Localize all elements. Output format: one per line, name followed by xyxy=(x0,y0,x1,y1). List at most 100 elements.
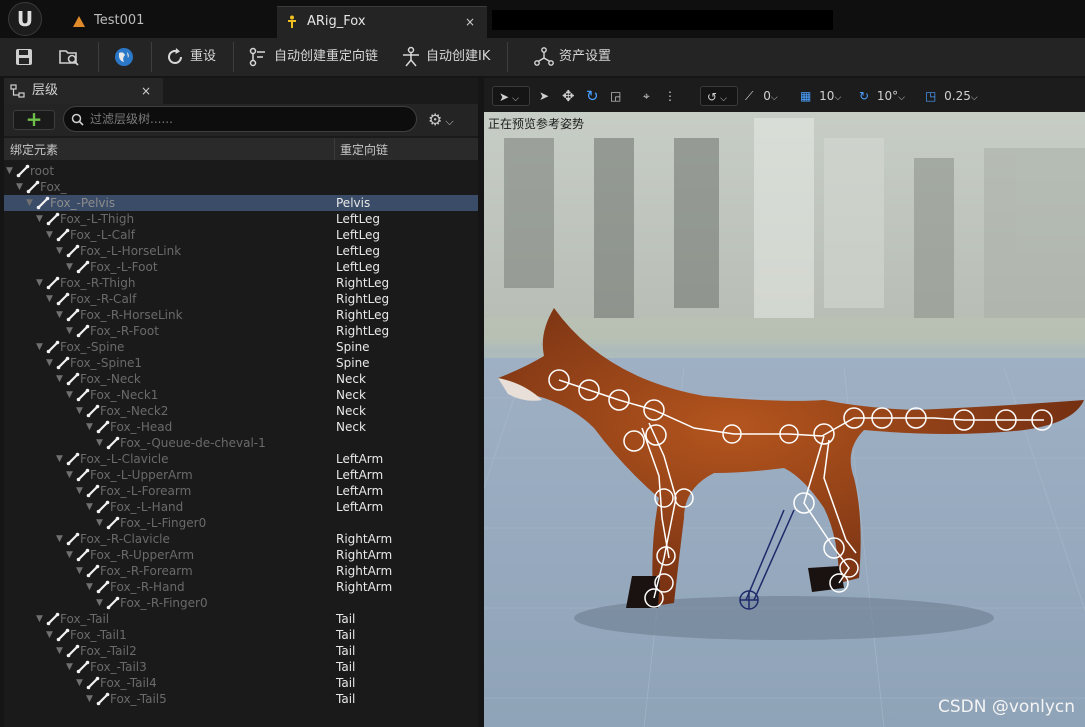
grid-snap-toggle[interactable]: ▦ 10⌵ xyxy=(800,86,841,106)
tree-row[interactable]: ▼ Fox_-Tail2 Tail xyxy=(4,643,478,659)
expand-arrow-icon[interactable]: ▼ xyxy=(56,307,63,323)
tree-row[interactable]: ▼ Fox_-L-UpperArm LeftArm xyxy=(4,467,478,483)
tree-row[interactable]: ▼ Fox_-Tail Tail xyxy=(4,611,478,627)
tree-row[interactable]: ▼ Fox_-Pelvis Pelvis xyxy=(4,195,478,211)
expand-arrow-icon[interactable]: ▼ xyxy=(26,195,33,211)
tree-row[interactable]: ▼ Fox_-L-Thigh LeftLeg xyxy=(4,211,478,227)
expand-arrow-icon[interactable]: ▼ xyxy=(96,515,103,531)
expand-arrow-icon[interactable]: ▼ xyxy=(66,387,73,403)
expand-arrow-icon[interactable]: ▼ xyxy=(56,451,63,467)
angle-snap-toggle[interactable]: ↻ 10°⌵ xyxy=(859,86,905,106)
tree-row[interactable]: ▼ Fox_-R-Clavicle RightArm xyxy=(4,531,478,547)
tab-test001[interactable]: Test001 xyxy=(64,6,270,38)
select-tool-icon[interactable]: ➤ xyxy=(539,86,549,106)
tree-row[interactable]: ▼ Fox_-L-Hand LeftArm xyxy=(4,499,478,515)
tree-row[interactable]: ▼ Fox_-R-Finger0 xyxy=(4,595,478,611)
reset-button[interactable]: 重设 xyxy=(164,44,216,70)
rotate-tool-icon[interactable]: ↻ xyxy=(586,86,599,106)
scale-tool-icon[interactable]: ◲ xyxy=(610,86,621,106)
expand-arrow-icon[interactable]: ▼ xyxy=(56,531,63,547)
save-button[interactable] xyxy=(14,44,38,70)
tree-row[interactable]: ▼ Fox_-Tail4 Tail xyxy=(4,675,478,691)
move-tool-icon[interactable]: ✥ xyxy=(562,86,575,106)
column-divider[interactable] xyxy=(334,138,335,160)
tree-row[interactable]: ▼ Fox_-Tail5 Tail xyxy=(4,691,478,707)
expand-arrow-icon[interactable]: ▼ xyxy=(46,355,53,371)
expand-arrow-icon[interactable]: ▼ xyxy=(46,627,53,643)
expand-arrow-icon[interactable]: ▼ xyxy=(66,259,73,275)
tree-row[interactable]: ▼ Fox_-R-Calf RightLeg xyxy=(4,291,478,307)
column-bone-header[interactable]: 绑定元素 xyxy=(10,141,58,158)
tree-row[interactable]: ▼ Fox_-Neck2 Neck xyxy=(4,403,478,419)
tree-row[interactable]: ▼ Fox_-R-Foot RightLeg xyxy=(4,323,478,339)
filter-hierarchy-input[interactable]: 过滤层级树...... xyxy=(63,106,417,132)
tree-row[interactable]: ▼ Fox_-L-Forearm LeftArm xyxy=(4,483,478,499)
tab-arig-fox[interactable]: ARig_Fox × xyxy=(277,6,487,38)
scale-snap-toggle[interactable]: ◳ 0.25⌵ xyxy=(925,86,978,106)
tree-row[interactable]: ▼ Fox_-R-Forearm RightArm xyxy=(4,563,478,579)
tree-row[interactable]: ▼ Fox_-Neck1 Neck xyxy=(4,387,478,403)
expand-arrow-icon[interactable]: ▼ xyxy=(86,579,93,595)
tree-row[interactable]: ▼ Fox_-R-Hand RightArm xyxy=(4,579,478,595)
add-element-button[interactable]: + xyxy=(13,109,55,130)
tree-row[interactable]: ▼ Fox_-R-Thigh RightLeg xyxy=(4,275,478,291)
expand-arrow-icon[interactable]: ▼ xyxy=(56,243,63,259)
more-options-icon[interactable]: ⋮ xyxy=(664,86,676,106)
expand-arrow-icon[interactable]: ▼ xyxy=(66,659,73,675)
settings-dropdown[interactable]: ⚙ ⌵ xyxy=(428,110,454,129)
expand-arrow-icon[interactable]: ▼ xyxy=(86,691,93,707)
tree-row[interactable]: ▼ Fox_-Head Neck xyxy=(4,419,478,435)
expand-arrow-icon[interactable]: ▼ xyxy=(56,371,63,387)
expand-arrow-icon[interactable]: ▼ xyxy=(66,547,73,563)
expand-arrow-icon[interactable]: ▼ xyxy=(36,339,43,355)
tree-row[interactable]: ▼ Fox_-L-Calf LeftLeg xyxy=(4,227,478,243)
tree-row[interactable]: ▼ Fox_-L-Clavicle LeftArm xyxy=(4,451,478,467)
expand-arrow-icon[interactable]: ▼ xyxy=(66,467,73,483)
expand-arrow-icon[interactable]: ▼ xyxy=(36,211,43,227)
tree-row[interactable]: ▼ Fox_-Neck Neck xyxy=(4,371,478,387)
select-mode-dropdown[interactable]: ➤ ⌵ xyxy=(492,86,530,106)
close-panel-icon[interactable]: × xyxy=(141,78,151,104)
tree-row[interactable]: ▼ Fox_-R-HorseLink RightLeg xyxy=(4,307,478,323)
local-space-icon[interactable]: ⌖ xyxy=(643,86,650,106)
tree-row[interactable]: ▼ Fox_-Tail1 Tail xyxy=(4,627,478,643)
tree-row[interactable]: ▼ Fox_-L-Finger0 xyxy=(4,515,478,531)
tree-row[interactable]: ▼ Fox_-L-HorseLink LeftLeg xyxy=(4,243,478,259)
tree-row[interactable]: ▼ root xyxy=(4,163,478,179)
expand-arrow-icon[interactable]: ▼ xyxy=(16,179,23,195)
unreal-logo-icon[interactable]: U xyxy=(8,2,42,36)
expand-arrow-icon[interactable]: ▼ xyxy=(96,435,103,451)
close-tab-icon[interactable]: × xyxy=(465,7,475,37)
tree-row[interactable]: ▼ Fox_-R-UpperArm RightArm xyxy=(4,547,478,563)
expand-arrow-icon[interactable]: ▼ xyxy=(36,275,43,291)
rotation-snap-toggle[interactable]: ⟋ 0⌵ xyxy=(745,86,778,106)
preview-mesh-button[interactable] xyxy=(113,44,139,70)
browse-asset-button[interactable] xyxy=(58,44,86,70)
tree-row[interactable]: ▼ Fox_-Tail3 Tail xyxy=(4,659,478,675)
tree-row[interactable]: ▼ Fox_-Queue-de-cheval-1 xyxy=(4,435,478,451)
tree-row[interactable]: ▼ Fox_ xyxy=(4,179,478,195)
expand-arrow-icon[interactable]: ▼ xyxy=(46,291,53,307)
hierarchy-tab[interactable]: 层级 × xyxy=(4,78,163,104)
expand-arrow-icon[interactable]: ▼ xyxy=(76,483,83,499)
expand-arrow-icon[interactable]: ▼ xyxy=(6,163,13,179)
expand-arrow-icon[interactable]: ▼ xyxy=(76,675,83,691)
expand-arrow-icon[interactable]: ▼ xyxy=(36,611,43,627)
expand-arrow-icon[interactable]: ▼ xyxy=(66,323,73,339)
tree-row[interactable]: ▼ Fox_-Spine Spine xyxy=(4,339,478,355)
auto-create-retarget-chains-button[interactable]: 自动创建重定向链 xyxy=(248,44,378,70)
surface-snap-dropdown[interactable]: ↺ ⌵ xyxy=(700,86,738,106)
asset-settings-button[interactable]: 资产设置 xyxy=(533,44,611,70)
tree-row[interactable]: ▼ Fox_-L-Foot LeftLeg xyxy=(4,259,478,275)
viewport[interactable] xyxy=(484,78,1085,727)
expand-arrow-icon[interactable]: ▼ xyxy=(96,595,103,611)
column-chain-header[interactable]: 重定向链 xyxy=(340,141,388,158)
expand-arrow-icon[interactable]: ▼ xyxy=(86,499,93,515)
expand-arrow-icon[interactable]: ▼ xyxy=(76,563,83,579)
expand-arrow-icon[interactable]: ▼ xyxy=(56,643,63,659)
tree-row[interactable]: ▼ Fox_-Spine1 Spine xyxy=(4,355,478,371)
expand-arrow-icon[interactable]: ▼ xyxy=(46,227,53,243)
expand-arrow-icon[interactable]: ▼ xyxy=(86,419,93,435)
auto-create-ik-button[interactable]: 自动创建IK xyxy=(400,44,490,70)
expand-arrow-icon[interactable]: ▼ xyxy=(76,403,83,419)
